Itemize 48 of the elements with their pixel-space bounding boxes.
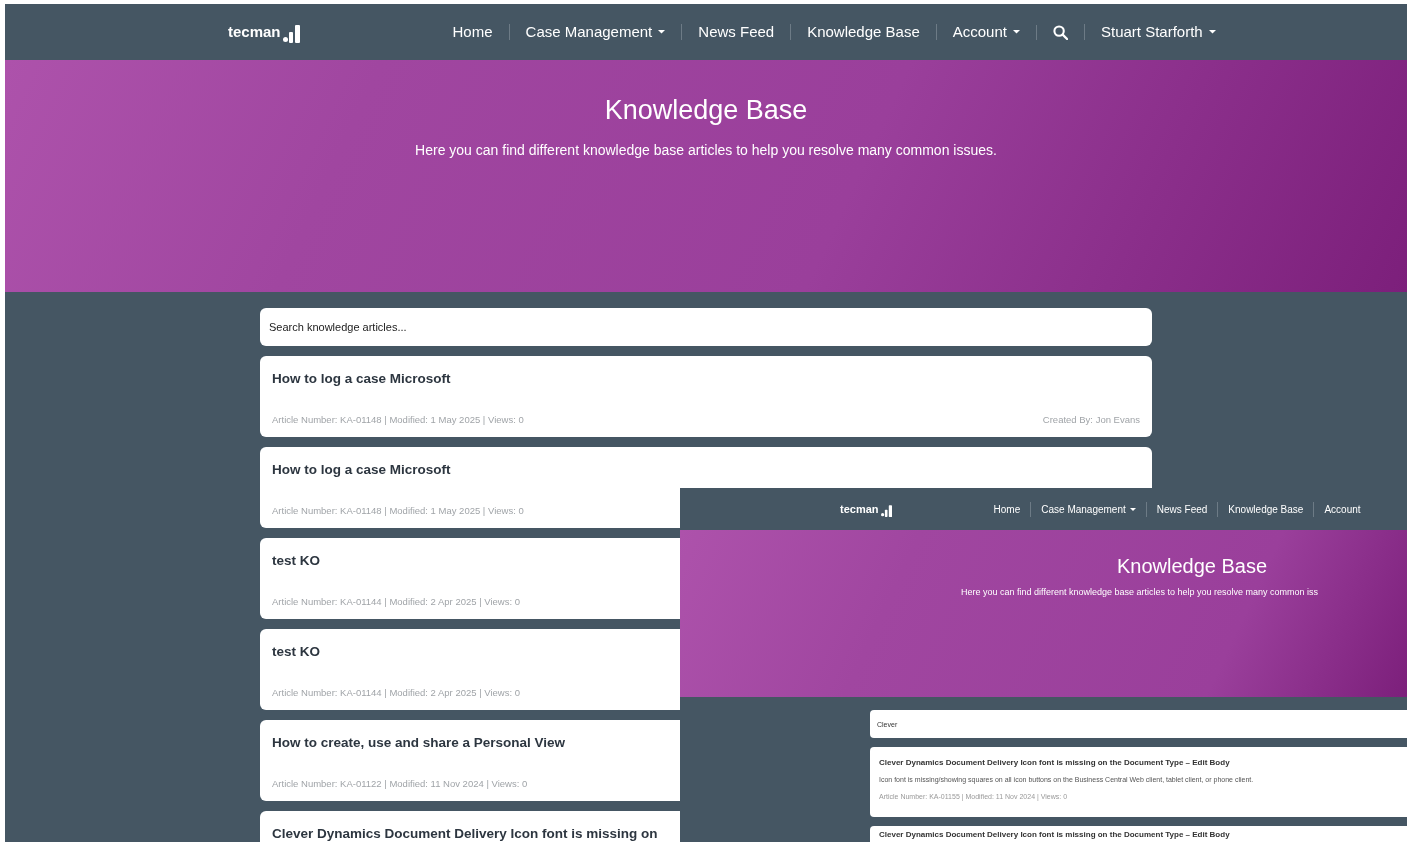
article-card[interactable]: Clever Dynamics Document Delivery Icon font is missing on the Document Type – Edit Body xyxy=(870,826,1407,842)
logo-bars-icon xyxy=(282,23,300,44)
article-card[interactable]: test KO Article Number: KA-01144 | Modified: 2 Apr 2025 | Views: 0 xyxy=(260,629,680,710)
page-subtitle: Here you can find different knowledge base articles to help you resolve many common iss xyxy=(961,586,1320,599)
caret-icon xyxy=(658,30,666,34)
caret-icon xyxy=(1129,507,1136,511)
article-meta: Article Number: KA-01122 | Modified: 11 Nov 2024 | Views: 0 xyxy=(272,776,528,791)
logo-bars-icon xyxy=(880,504,892,518)
nav-link[interactable]: Knowledge Base xyxy=(1217,501,1314,517)
nav-dropdown[interactable]: Case Management xyxy=(1030,501,1146,517)
nav-dropdown[interactable]: Case Management xyxy=(508,24,682,40)
caret-icon xyxy=(1012,30,1020,34)
logo-text: tecman xyxy=(228,21,281,42)
search-field[interactable]: Search knowledge articles... xyxy=(260,308,1152,346)
article-title: Clever Dynamics Document Delivery Icon font is missing on the Document Type – Edit Body xyxy=(879,829,1231,841)
page-title: Knowledge Base xyxy=(1117,554,1269,578)
article-meta: Article Number: KA-01148 | Modified: 1 May 2025 | Views: 0 xyxy=(272,412,524,427)
article-title: test KO xyxy=(272,552,320,570)
article-title: How to log a case Microsoft xyxy=(272,461,451,479)
article-meta: Article Number: KA-01144 | Modified: 2 Apr 2025 | Views: 0 xyxy=(272,685,521,700)
page-subtitle: Here you can find different knowledge base articles to help you resolve many common issues. xyxy=(414,141,998,161)
nav-link[interactable]: News Feed xyxy=(1145,501,1218,517)
nav-link[interactable]: Knowledge Base xyxy=(790,24,936,40)
article-card[interactable]: Clever Dynamics Document Delivery Icon font is missing on xyxy=(260,811,680,842)
logo[interactable]: tecman xyxy=(840,500,892,518)
article-card[interactable]: How to create, use and share a Personal View Article Number: KA-01122 | Modified: 11 Nov 2024 | Views: 0 xyxy=(260,720,680,801)
article-title: How to create, use and share a Personal View xyxy=(272,734,566,752)
logo-text: tecman xyxy=(840,501,879,517)
article-meta: Article Number: KA-01144 | Modified: 2 Apr 2025 | Views: 0 xyxy=(272,594,521,609)
article-title: Clever Dynamics Document Delivery Icon font is missing on the Document Type – Edit Body xyxy=(879,757,1231,769)
nav-link[interactable]: Home xyxy=(983,501,1031,517)
article-title: How to log a case Microsoft xyxy=(272,370,451,388)
page-title: Knowledge Base xyxy=(603,94,809,127)
logo[interactable]: tecman xyxy=(228,20,300,44)
nav-link[interactable]: Home xyxy=(436,24,509,40)
nav-dropdown[interactable]: Stuart Starforth xyxy=(1083,24,1232,40)
nav-link[interactable]: Account xyxy=(1313,501,1371,517)
nav-dropdown[interactable]: Account xyxy=(935,24,1036,40)
article-title: Clever Dynamics Document Delivery Icon font is missing on xyxy=(272,825,658,842)
article-author: Created By: Jon Evans xyxy=(1042,412,1140,427)
article-meta: Article Number: KA-01148 | Modified: 1 May 2025 | Views: 0 xyxy=(272,503,524,518)
caret-icon xyxy=(1208,30,1216,34)
article-title: test KO xyxy=(272,643,320,661)
search-icon[interactable] xyxy=(1052,24,1068,40)
article-card[interactable] xyxy=(870,747,1407,817)
nav-link[interactable]: News Feed xyxy=(681,24,791,40)
article-card[interactable]: test KO Article Number: KA-01144 | Modified: 2 Apr 2025 | Views: 0 xyxy=(260,538,680,619)
article-card[interactable]: How to log a case Microsoft Article Number: KA-01148 | Modified: 1 May 2025 | Views: 0 Created By: Jon Evans xyxy=(260,356,1152,437)
